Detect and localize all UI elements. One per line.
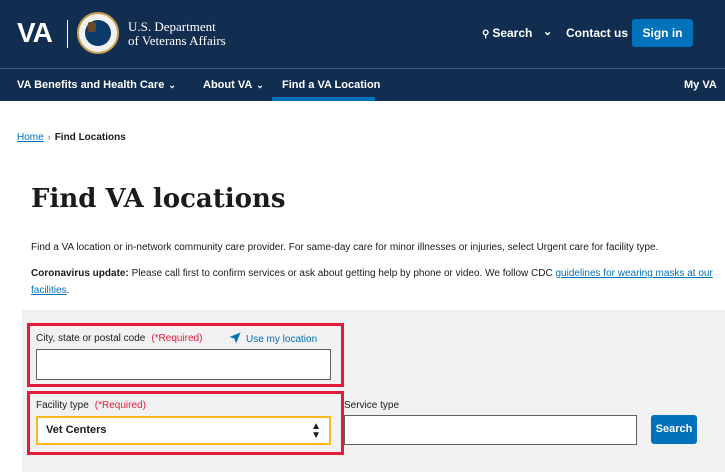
coronavirus-label: Coronavirus update: <box>31 268 129 279</box>
breadcrumb: Home › Find Locations <box>17 132 126 143</box>
contact-us-link[interactable]: Contact us <box>566 26 628 40</box>
service-type-label: Service type <box>344 400 400 411</box>
header-search-button[interactable]: ⚲ Search <box>482 26 532 40</box>
logo-divider <box>67 20 68 48</box>
nav-find-va-location[interactable]: Find a VA Location <box>282 79 380 91</box>
sign-in-button[interactable]: Sign in <box>632 19 693 47</box>
chevron-down-icon: ⌄ <box>256 80 264 90</box>
intro-text: Find a VA location or in-network communi… <box>31 242 659 253</box>
coronavirus-notice: Coronavirus update: Please call first to… <box>31 268 713 296</box>
nav-about-va[interactable]: About VA ⌄ <box>203 79 264 91</box>
chevron-down-icon[interactable]: ⌄ <box>543 25 552 38</box>
breadcrumb-separator: › <box>47 132 51 142</box>
va-logo[interactable]: VA <box>17 18 53 48</box>
page-title: Find VA locations <box>31 184 286 214</box>
search-button[interactable]: Search <box>651 415 697 444</box>
service-type-input[interactable] <box>344 415 637 445</box>
breadcrumb-home[interactable]: Home <box>17 132 44 143</box>
breadcrumb-current: Find Locations <box>54 132 126 143</box>
active-nav-indicator <box>272 97 375 101</box>
site-header: VA U.S. Department of Veterans Affairs ⚲… <box>0 0 725 68</box>
main-nav: VA Benefits and Health Care ⌄ About VA ⌄ F… <box>0 69 725 101</box>
department-name[interactable]: U.S. Department of Veterans Affairs <box>128 20 226 48</box>
nav-benefits-health-care[interactable]: VA Benefits and Health Care ⌄ <box>17 79 176 91</box>
nav-my-va[interactable]: My VA <box>684 79 717 91</box>
va-seal-icon[interactable] <box>77 12 119 54</box>
highlight-box-location <box>27 323 344 387</box>
search-icon: ⚲ <box>482 29 490 40</box>
highlight-box-facility <box>27 391 344 455</box>
chevron-down-icon: ⌄ <box>168 80 176 90</box>
